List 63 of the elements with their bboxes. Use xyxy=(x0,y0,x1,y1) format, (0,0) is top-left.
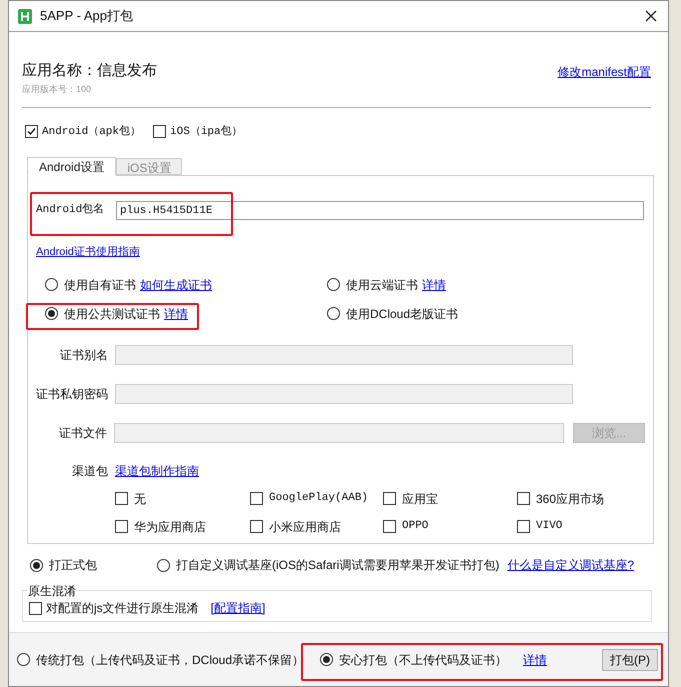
checkbox[interactable] xyxy=(517,492,530,505)
radio-label: 使用DCloud老版证书 xyxy=(346,306,458,322)
input-field[interactable]: plus.H5415D11E xyxy=(116,201,644,220)
link[interactable]: 详情 xyxy=(422,276,446,294)
radio-button[interactable] xyxy=(320,653,334,666)
link[interactable]: 详情 xyxy=(523,650,548,668)
link[interactable]: 修改manifest配置 xyxy=(558,63,651,81)
link[interactable]: [配置指南] xyxy=(210,599,266,617)
checkbox[interactable] xyxy=(250,520,263,533)
window-title: 5APP - App打包 xyxy=(40,7,133,26)
input-field[interactable] xyxy=(115,344,573,364)
radio-label: 使用公共测试证书 xyxy=(64,306,160,322)
checkbox[interactable] xyxy=(115,520,128,533)
radio-label: 传统打包（上传代码及证书，DCloud承诺不保留） xyxy=(36,652,304,668)
radio-label: 打自定义调试基座(iOS的Safari调试需要用苹果开发证书打包) xyxy=(176,557,500,574)
checkbox[interactable] xyxy=(153,125,166,138)
checkbox-label: 小米应用商店 xyxy=(269,518,341,536)
checkbox-label: 对配置的js文件进行原生混淆 xyxy=(46,600,199,617)
radio-button[interactable] xyxy=(30,558,43,572)
checkbox-label: iOS（ipa包） xyxy=(170,124,243,140)
input-field[interactable] xyxy=(115,384,573,404)
checkbox[interactable] xyxy=(517,520,530,533)
radio-button[interactable] xyxy=(17,653,30,666)
link[interactable]: 如何生成证书 xyxy=(140,276,212,294)
version-text: 应用版本号：100 xyxy=(22,83,92,96)
checkbox-label: VIVO xyxy=(536,519,562,534)
field-label: 渠道包 xyxy=(71,462,108,480)
tab[interactable]: Android设置 xyxy=(27,157,116,176)
close-button[interactable] xyxy=(643,8,659,24)
field-label: 证书文件 xyxy=(58,424,107,442)
radio-button[interactable] xyxy=(327,278,340,291)
checkbox-label: Android（apk包） xyxy=(42,124,142,140)
checkbox[interactable] xyxy=(25,125,38,138)
radio-label: 使用云端证书 xyxy=(346,276,418,294)
radio-label: 打正式包 xyxy=(49,557,97,574)
app-logo-icon xyxy=(18,8,32,24)
field-label: Android包名 xyxy=(36,202,106,218)
checkbox-label: GooglePlay(AAB) xyxy=(269,491,368,506)
radio-button[interactable] xyxy=(157,558,170,572)
link[interactable]: 渠道包制作指南 xyxy=(115,462,199,480)
app-name: 应用名称：信息发布 xyxy=(22,62,158,80)
checkbox-label: 无 xyxy=(134,490,146,508)
checkbox-label: 华为应用商店 xyxy=(134,518,206,536)
radio-label: 安心打包（不上传代码及证书） xyxy=(339,652,508,668)
checkbox[interactable] xyxy=(383,520,396,533)
checkbox[interactable] xyxy=(250,492,263,505)
radio-button[interactable] xyxy=(45,278,58,291)
radio-button[interactable] xyxy=(45,307,58,320)
checkbox[interactable] xyxy=(115,492,128,505)
checkbox[interactable] xyxy=(383,492,396,505)
input-field[interactable] xyxy=(114,422,564,442)
link[interactable]: 详情 xyxy=(164,304,188,322)
checkbox-label: 应用宝 xyxy=(402,490,438,508)
radio-label: 使用自有证书 xyxy=(64,276,136,294)
pack-button[interactable]: 打包(P) xyxy=(602,648,658,670)
radio-button[interactable] xyxy=(327,307,340,320)
checkbox-label: OPPO xyxy=(402,519,428,534)
checkbox-label: 360应用市场 xyxy=(536,490,604,508)
link[interactable]: Android证书使用指南 xyxy=(36,246,140,258)
field-label: 证书私钥密码 xyxy=(36,386,108,402)
link[interactable]: 什么是自定义调试基座? xyxy=(507,556,634,574)
field-label: 证书别名 xyxy=(59,346,108,364)
checkbox[interactable] xyxy=(29,602,42,614)
